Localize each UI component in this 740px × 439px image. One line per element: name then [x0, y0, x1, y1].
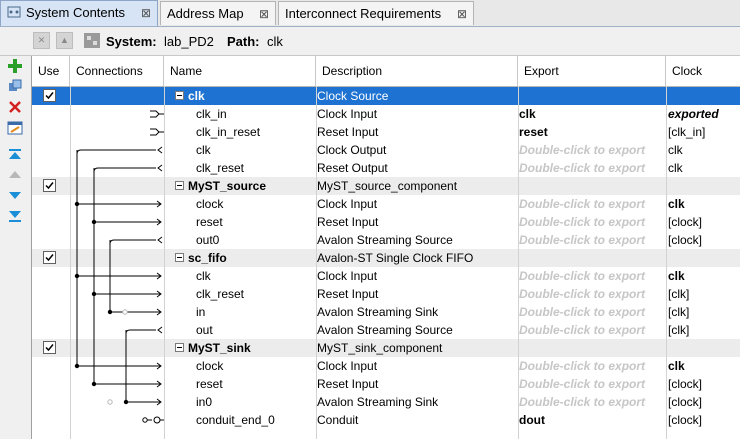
up-button[interactable]: ▲ [56, 32, 73, 49]
tab-address-map[interactable]: Address Map ⊠ [160, 1, 276, 25]
add-component-icon[interactable] [7, 78, 23, 94]
close-tab-icon[interactable]: ⊠ [457, 2, 467, 26]
hierarchy-icon[interactable] [83, 32, 101, 49]
conduit-icon [142, 417, 148, 423]
move-down-icon[interactable] [7, 187, 23, 203]
system-contents-icon [7, 6, 21, 18]
port-icon [157, 146, 163, 154]
system-label: System: [106, 34, 157, 49]
move-bottom-icon[interactable] [7, 208, 23, 224]
port-icon [157, 326, 163, 334]
collapse-button[interactable]: ✕ [33, 32, 50, 49]
export-port-icon [150, 128, 160, 136]
tab-system-contents[interactable]: System Contents ⊠ [0, 0, 158, 26]
move-top-icon[interactable] [7, 147, 23, 163]
tab-interconnect-requirements[interactable]: Interconnect Requirements ⊠ [278, 1, 474, 25]
remove-icon[interactable] [7, 99, 23, 115]
side-toolbar [0, 56, 31, 439]
system-value: lab_PD2 [164, 34, 214, 49]
port-icon [157, 164, 163, 172]
tab-label: Address Map [167, 6, 244, 21]
system-contents-table: Use Connections Name Description Export … [31, 56, 740, 439]
tab-label: System Contents [26, 5, 125, 20]
export-port-icon [150, 110, 160, 118]
add-icon[interactable] [7, 58, 23, 74]
path-value: clk [267, 34, 283, 49]
close-tab-icon[interactable]: ⊠ [259, 2, 269, 26]
connections-graph[interactable] [32, 56, 740, 439]
close-tab-icon[interactable]: ⊠ [141, 1, 151, 25]
system-toolbar: ✕ ▲ System: lab_PD2 Path: clk [0, 27, 740, 56]
path-label: Path: [227, 34, 260, 49]
tab-bar: System Contents ⊠ Address Map ⊠ Intercon… [0, 0, 740, 27]
tab-label: Interconnect Requirements [285, 6, 442, 21]
edit-icon[interactable] [7, 120, 23, 136]
move-up-icon[interactable] [7, 167, 23, 183]
port-icon [157, 236, 163, 244]
